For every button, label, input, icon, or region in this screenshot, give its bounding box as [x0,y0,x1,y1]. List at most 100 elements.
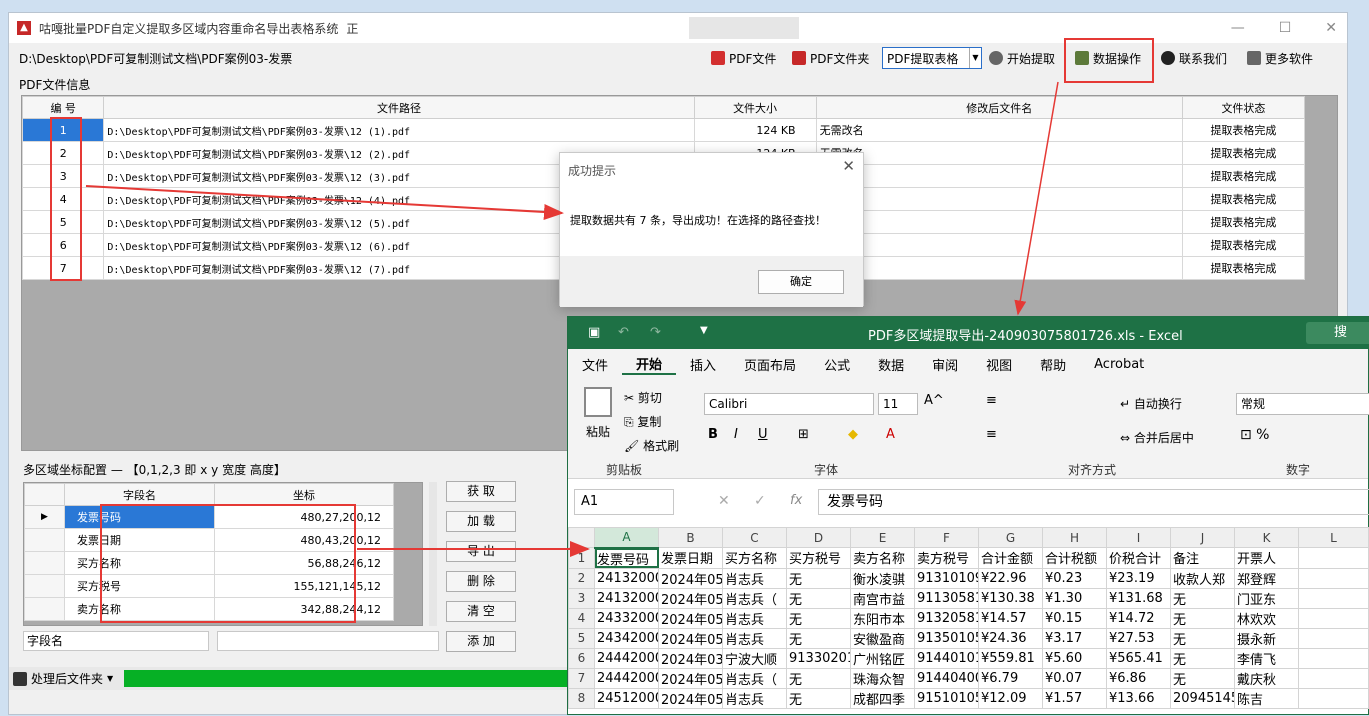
sheet-cell[interactable]: 成都四季 [850,687,915,709]
row-selector[interactable] [24,528,65,552]
file-col-header[interactable]: 文件状态 [1181,96,1306,119]
sheet-cell[interactable]: ¥6.86 [1106,667,1171,689]
sheet-cell[interactable]: 南宫市益 [850,587,915,609]
excel-search-box[interactable]: 搜 [1306,322,1369,344]
column-header[interactable]: A [594,527,659,549]
sheet-cell[interactable]: ¥23.19 [1106,567,1171,589]
column-header[interactable]: K [1234,527,1299,548]
sheet-cell[interactable]: ¥131.68 [1106,587,1171,609]
bold-icon[interactable]: B [708,427,718,442]
pdf-file-button[interactable]: PDF文件 [707,47,780,69]
row-selector[interactable] [24,551,65,575]
sheet-cell[interactable]: 24342000C [594,627,659,649]
sheet-cell[interactable]: 24442000C [594,667,659,689]
excel-tab[interactable]: 插入 [676,355,730,374]
sheet-cell[interactable] [1298,627,1369,649]
sheet-cell[interactable]: 门亚东 [1234,587,1299,609]
row-header[interactable]: 4 [568,607,595,629]
sheet-cell[interactable]: 卖方名称 [850,547,915,569]
sheet-cell[interactable]: ¥1.57 [1042,687,1107,709]
excel-tab[interactable]: 帮助 [1026,355,1080,374]
sheet-cell[interactable]: 戴庆秋 [1234,667,1299,689]
excel-tab[interactable]: Acrobat [1080,357,1158,372]
sheet-cell[interactable]: 李倩飞 [1234,647,1299,669]
sheet-cell[interactable]: 24442000C [594,647,659,669]
sheet-cell[interactable]: ¥0.23 [1042,567,1107,589]
sheet-cell[interactable]: ¥24.36 [978,627,1043,649]
sheet-cell[interactable]: 卖方税号 [914,547,979,569]
contact-button[interactable]: 联系我们 [1157,47,1231,69]
select-all-corner[interactable] [568,527,595,548]
cancel-entry-icon[interactable]: ✕ [718,493,730,509]
copy-button[interactable]: ⎘ 复制 [624,413,661,430]
sheet-cell[interactable]: 东阳市本 [850,607,915,629]
sheet-cell[interactable]: ¥22.96 [978,567,1043,589]
sheet-cell[interactable]: 摄永新 [1234,627,1299,649]
row-selector[interactable] [24,574,65,598]
sheet-cell[interactable]: 合计金额 [978,547,1043,569]
sheet-cell[interactable] [1298,647,1369,669]
sheet-cell[interactable]: 无 [786,627,851,649]
sheet-cell[interactable] [1298,567,1369,589]
excel-tab[interactable]: 页面布局 [730,355,810,374]
row-header[interactable]: 3 [568,587,595,609]
sheet-cell[interactable]: 913302017 [786,647,851,669]
percent-icon[interactable]: ⊡ % [1240,427,1269,443]
fill-color-icon[interactable]: ◆ [848,427,858,442]
sheet-cell[interactable]: ¥0.07 [1042,667,1107,689]
excel-tab[interactable]: 公式 [810,355,864,374]
sheet-cell[interactable]: ¥0.15 [1042,607,1107,629]
load-button[interactable]: 加 载 [446,511,516,532]
sheet-cell[interactable]: 2024年05月 [658,607,723,629]
sheet-cell[interactable]: 915101053 [914,687,979,709]
sheet-cell[interactable]: 无 [786,567,851,589]
column-header[interactable]: E [850,527,915,548]
dialog-close-icon[interactable]: ✕ [842,157,855,175]
row-header[interactable]: 5 [568,627,595,649]
excel-tab[interactable]: 数据 [864,355,918,374]
export-button[interactable]: 导 出 [446,541,516,562]
config-scrollbar[interactable] [429,482,437,626]
file-col-header[interactable]: 文件路径 [103,96,695,119]
font-size-select[interactable]: 11 [878,393,918,415]
insert-function-icon[interactable]: fx [790,493,802,508]
column-header[interactable]: J [1170,527,1235,548]
sheet-cell[interactable]: 无 [786,687,851,709]
sheet-cell[interactable]: 林欢欢 [1234,607,1299,629]
sheet-cell[interactable]: 无 [786,587,851,609]
sheet-cell[interactable]: ¥5.60 [1042,647,1107,669]
sheet-cell[interactable]: 郑登辉 [1234,567,1299,589]
sheet-cell[interactable]: 开票人 [1234,547,1299,569]
maximize-icon[interactable]: ☐ [1279,20,1292,36]
sheet-cell[interactable]: ¥13.66 [1106,687,1171,709]
align-top-icon[interactable]: ≡ [986,393,997,408]
clear-button[interactable]: 清 空 [446,601,516,622]
sheet-cell[interactable]: 肖志兵 [722,567,787,589]
sheet-cell[interactable]: 备注 [1170,547,1235,569]
paste-icon[interactable] [584,387,612,417]
field-name-input[interactable]: 字段名 [23,631,209,651]
sheet-cell[interactable]: 肖志兵（ [722,667,787,689]
number-format-select[interactable]: 常规 [1236,393,1369,415]
sheet-cell[interactable]: 2024年05月 [658,627,723,649]
sheet-cell[interactable] [1298,547,1369,569]
sheet-cell[interactable]: 24512000C [594,687,659,709]
excel-tab[interactable]: 审阅 [918,355,972,374]
wrap-text-button[interactable]: ↵ 自动换行 [1120,395,1182,412]
file-row[interactable]: 1 D:\Desktop\PDF可复制测试文档\PDF案例03-发票\12 (1)… [21,118,1306,142]
name-box[interactable]: A1 [574,489,674,515]
italic-icon[interactable]: I [734,427,738,442]
sheet-cell[interactable]: 2024年03月 [658,647,723,669]
more-software-button[interactable]: 更多软件 [1243,47,1317,69]
file-col-header[interactable]: 修改后文件名 [815,96,1183,119]
start-extract-button[interactable]: 开始提取 [985,47,1059,69]
sheet-cell[interactable]: 珠海众智 [850,667,915,689]
border-icon[interactable]: ⊞ [798,427,809,442]
underline-icon[interactable]: U [758,427,768,442]
format-painter-button[interactable]: 🖌 格式刷 [624,437,679,454]
row-header[interactable]: 1 [568,547,595,569]
row-selector[interactable] [24,597,65,621]
font-name-select[interactable]: Calibri [704,393,874,415]
sheet-cell[interactable]: ¥12.09 [978,687,1043,709]
row-selector[interactable]: ▶ [24,505,65,529]
